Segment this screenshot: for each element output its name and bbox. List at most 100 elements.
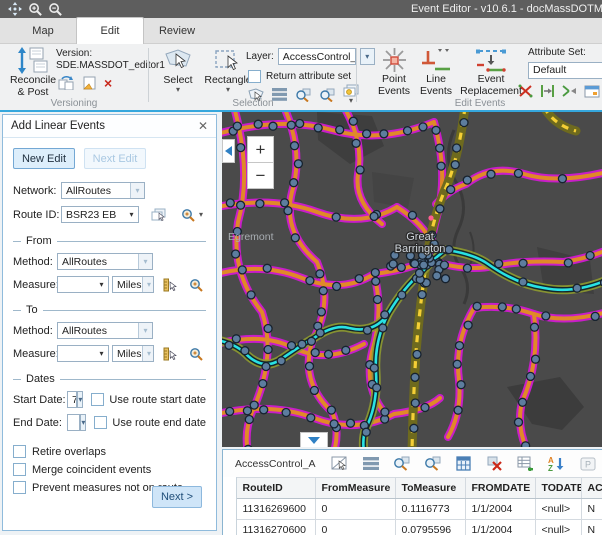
table-row[interactable]: 1131626960000.11167731/1/2004<null>N xyxy=(223,499,602,520)
next-button[interactable]: Next > xyxy=(152,486,202,508)
event-attributes-window-icon[interactable] xyxy=(584,85,600,98)
to-unit-dropdown[interactable]: Miles▾ xyxy=(112,345,154,362)
table-cell[interactable]: 0 xyxy=(315,499,395,520)
table-cell[interactable]: 0.0795596 xyxy=(395,520,465,535)
table-select-features-icon[interactable] xyxy=(330,455,350,473)
end-date-dropdown-arrow[interactable]: ▾ xyxy=(80,414,86,431)
zoom-out-icon[interactable] xyxy=(46,1,64,17)
column-header[interactable]: FromMeasure xyxy=(315,478,395,499)
table-cell[interactable]: 1/1/2004 xyxy=(465,520,535,535)
column-header[interactable]: TODATE xyxy=(535,478,581,499)
column-header[interactable]: FROMDATE xyxy=(465,478,535,499)
to-method-dropdown[interactable]: AllRoutes▾ xyxy=(57,322,153,339)
close-icon[interactable]: ✕ xyxy=(198,119,208,133)
table-cell[interactable]: N xyxy=(581,499,602,520)
return-attribute-set-checkbox[interactable] xyxy=(248,70,261,83)
network-dropdown[interactable]: AllRoutes▾ xyxy=(61,182,145,199)
line-events-button[interactable]: Line Events xyxy=(416,47,456,97)
start-date-dropdown-arrow[interactable]: ▾ xyxy=(77,391,83,408)
table-layer-name[interactable]: AccessControl_A xyxy=(235,458,316,470)
start-date-input[interactable]: 7/18/ xyxy=(67,391,77,408)
to-measure-pick-icon[interactable] xyxy=(163,347,177,361)
table-cell[interactable]: 11316270600 xyxy=(236,520,315,535)
delete-version-icon[interactable]: × xyxy=(104,76,112,90)
table-cell[interactable]: <null> xyxy=(535,520,581,535)
column-header[interactable]: RouteID xyxy=(236,478,315,499)
table-report-icon-disabled[interactable]: P xyxy=(578,455,598,473)
merge-coincident-events-checkbox[interactable] xyxy=(13,463,26,476)
rectangle-dropdown-caret[interactable]: ▾ xyxy=(226,86,230,94)
map-zoom-in-button[interactable]: + xyxy=(247,136,274,163)
table-pan-to-selection-icon[interactable] xyxy=(423,455,443,473)
table-statistics-icon[interactable] xyxy=(454,455,474,473)
tab-map[interactable]: Map xyxy=(10,18,76,43)
select-tool-button[interactable]: Select ▾ xyxy=(158,47,198,94)
ribbon-tabs: Map Edit Review xyxy=(0,18,602,44)
map-zoom-out-button[interactable]: − xyxy=(247,162,274,189)
route-id-dropdown[interactable]: BSR23 EB▾ xyxy=(61,206,139,223)
layer-dropdown[interactable]: AccessControl_A xyxy=(278,48,356,65)
version-label: Version: xyxy=(56,48,92,59)
use-route-start-date-checkbox[interactable] xyxy=(91,393,104,406)
from-measure-combo[interactable]: ▾ xyxy=(57,276,109,293)
to-zoom-icon[interactable] xyxy=(189,347,204,361)
from-unit-dropdown[interactable]: Miles▾ xyxy=(112,276,154,293)
collapse-left-icon xyxy=(225,146,232,156)
reconcile-post-button[interactable]: Reconcile & Post xyxy=(6,47,60,98)
zoom-in-icon[interactable] xyxy=(26,1,44,17)
event-replacement-button[interactable]: Event Replacement xyxy=(458,47,524,97)
table-attributes-icon[interactable] xyxy=(361,455,381,473)
versioning-group-label: Versioning xyxy=(0,98,148,109)
table-clear-selection-icon[interactable] xyxy=(485,455,505,473)
point-events-button[interactable]: Point Events xyxy=(374,47,414,97)
table-sort-icon[interactable]: AZ xyxy=(547,455,567,473)
pan-icon[interactable] xyxy=(6,1,24,17)
column-header[interactable]: ToMeasure xyxy=(395,478,465,499)
merge-events-icon[interactable] xyxy=(562,84,577,98)
table-row[interactable]: 1131627060000.07955961/1/2004<null>N xyxy=(223,520,602,535)
event-point-marker xyxy=(447,186,455,194)
select-route-on-map-icon[interactable] xyxy=(151,208,167,222)
table-add-records-icon[interactable] xyxy=(516,455,536,473)
event-point-marker xyxy=(319,287,327,295)
column-header[interactable]: AC xyxy=(581,478,602,499)
tab-edit[interactable]: Edit xyxy=(76,17,144,44)
to-measure-combo[interactable]: ▾ xyxy=(57,345,109,362)
event-point-marker xyxy=(363,130,371,138)
collapse-table-button[interactable] xyxy=(300,432,328,447)
new-version-icon[interactable] xyxy=(82,76,97,90)
change-version-icon[interactable] xyxy=(58,76,75,90)
route-id-dropdown-arrow[interactable]: ▾ xyxy=(125,207,138,222)
selection-group-label: Selection xyxy=(150,98,356,109)
zoom-route-button[interactable]: ▾ xyxy=(181,208,203,222)
collapse-panel-button[interactable] xyxy=(222,139,235,163)
from-zoom-icon[interactable] xyxy=(189,278,204,292)
from-measure-pick-icon[interactable] xyxy=(163,278,177,292)
use-route-end-date-checkbox[interactable] xyxy=(94,416,107,429)
translate-measures-icon[interactable] xyxy=(540,84,555,98)
end-date-input[interactable] xyxy=(67,414,80,431)
tab-review[interactable]: Review xyxy=(144,18,210,43)
retire-overlaps-checkbox[interactable] xyxy=(13,445,26,458)
new-edit-button[interactable]: New Edit xyxy=(13,148,75,169)
point-events-icon xyxy=(381,47,408,73)
table-cell[interactable]: <null> xyxy=(535,499,581,520)
attribute-set-dropdown[interactable]: Default xyxy=(528,62,602,79)
select-dropdown-caret[interactable]: ▾ xyxy=(176,86,180,94)
from-method-dropdown[interactable]: AllRoutes▾ xyxy=(57,253,153,270)
table-cell[interactable]: 0.1116773 xyxy=(395,499,465,520)
table-cell[interactable]: 0 xyxy=(315,520,395,535)
table-cell[interactable]: 11316269600 xyxy=(236,499,315,520)
table-cell[interactable]: N xyxy=(581,520,602,535)
event-point-marker xyxy=(243,407,251,415)
map-viewport[interactable]: Egremont Great Barrington + − xyxy=(222,112,602,447)
event-point-marker xyxy=(316,270,324,278)
table-cell[interactable]: 1/1/2004 xyxy=(465,499,535,520)
event-point-marker xyxy=(519,398,527,406)
next-edit-button[interactable]: Next Edit xyxy=(84,148,146,169)
split-event-icon[interactable] xyxy=(518,84,533,98)
event-point-marker xyxy=(352,139,360,147)
prevent-measures-checkbox[interactable] xyxy=(13,481,26,494)
table-zoom-to-selection-icon[interactable] xyxy=(392,455,412,473)
network-dropdown-arrow[interactable]: ▾ xyxy=(130,183,144,198)
